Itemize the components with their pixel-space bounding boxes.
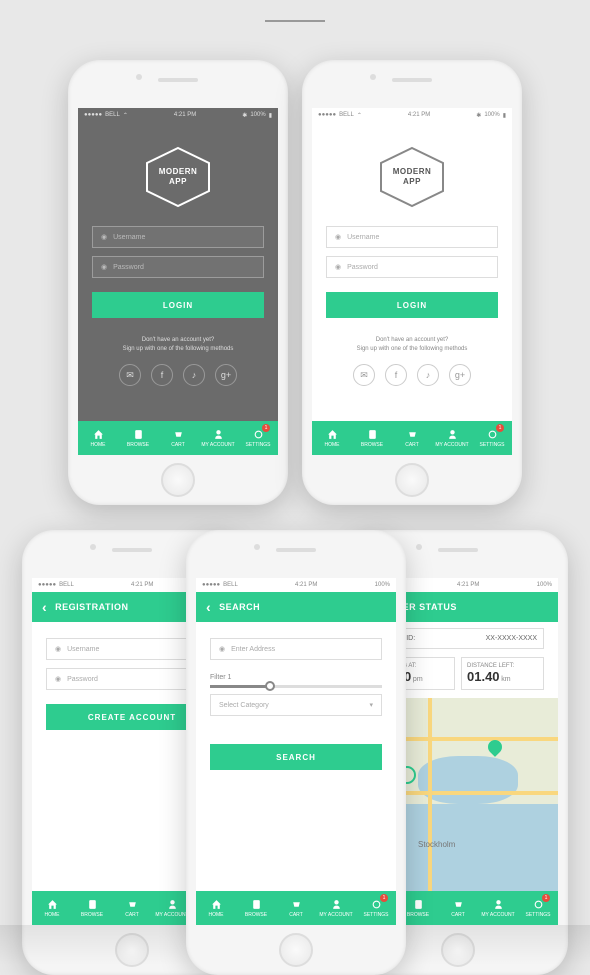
top-divider (265, 20, 325, 22)
page-title: REGISTRATION (55, 602, 128, 612)
user-icon: ◉ (55, 645, 61, 653)
search-button[interactable]: SEARCH (210, 744, 382, 770)
lock-icon: ◉ (335, 263, 341, 271)
tab-settings[interactable]: SETTINGS1 (238, 421, 278, 455)
tab-browse[interactable]: BROWSE (72, 891, 112, 925)
page-title: SEARCH (219, 602, 260, 612)
tab-settings[interactable]: SETTINGS1 (472, 421, 512, 455)
username-field[interactable]: ◉Username (326, 226, 498, 248)
password-field[interactable]: ◉Password (92, 256, 264, 278)
status-bar: ●●●●●BELL⌃ 4:21 PM ✱100%▮ (78, 108, 278, 122)
login-button[interactable]: LOGIN (326, 292, 498, 318)
wifi-icon: ⌃ (357, 112, 362, 119)
page-header: ‹ SEARCH (196, 592, 396, 622)
city-label: Stockholm (418, 840, 455, 849)
tab-bar: HOME BROWSE CART MY ACCOUNT SETTINGS1 (78, 421, 278, 455)
password-field[interactable]: ◉Password (326, 256, 498, 278)
user-icon: ◉ (335, 233, 341, 241)
settings-badge: 1 (496, 424, 504, 432)
back-icon[interactable]: ‹ (206, 599, 211, 615)
signup-prompt: Don't have an account yet?Sign up with o… (123, 336, 234, 354)
tab-cart[interactable]: CART (112, 891, 152, 925)
twitter-icon[interactable]: ♪ (417, 364, 439, 386)
home-button[interactable] (395, 463, 429, 497)
tab-settings[interactable]: SETTINGS1 (356, 891, 396, 925)
lock-icon: ◉ (55, 675, 61, 683)
settings-badge: 1 (542, 894, 550, 902)
app-logo: MODERNAPP (377, 146, 447, 208)
tab-home[interactable]: HOME (32, 891, 72, 925)
tab-cart[interactable]: CART (276, 891, 316, 925)
status-bar: ●●●●●BELL⌃ 4:21 PM ✱100%▮ (312, 108, 512, 122)
chevron-down-icon: ▾ (369, 701, 373, 709)
twitter-icon[interactable]: ♪ (183, 364, 205, 386)
tab-browse[interactable]: BROWSE (352, 421, 392, 455)
tab-browse[interactable]: BROWSE (118, 421, 158, 455)
tab-account[interactable]: MY ACCOUNT (478, 891, 518, 925)
tab-browse[interactable]: BROWSE (236, 891, 276, 925)
tab-account[interactable]: MY ACCOUNT (432, 421, 472, 455)
filter-slider[interactable]: Filter 1 (210, 674, 382, 688)
home-button[interactable] (161, 463, 195, 497)
tab-cart[interactable]: CART (438, 891, 478, 925)
googleplus-icon[interactable]: g+ (215, 364, 237, 386)
facebook-icon[interactable]: f (385, 364, 407, 386)
tab-account[interactable]: MY ACCOUNT (316, 891, 356, 925)
settings-badge: 1 (262, 424, 270, 432)
app-logo: MODERNAPP (143, 146, 213, 208)
login-button[interactable]: LOGIN (92, 292, 264, 318)
distance-box: DISTANCE LEFT: 01.40 km (461, 657, 544, 690)
phone-login-dark: ●●●●●BELL⌃ 4:21 PM ✱100%▮ MODERNAPP ◉Use… (68, 60, 288, 505)
wifi-icon: ⌃ (123, 112, 128, 119)
phone-login-light: ●●●●●BELL⌃ 4:21 PM ✱100%▮ MODERNAPP ◉Use… (302, 60, 522, 505)
order-id-value: XX-XXXX-XXXX (486, 635, 537, 642)
tab-bar: HOME BROWSE CART MY ACCOUNT SETTINGS1 (312, 421, 512, 455)
facebook-icon[interactable]: f (151, 364, 173, 386)
user-icon: ◉ (101, 233, 107, 241)
tab-home[interactable]: HOME (312, 421, 352, 455)
pin-icon: ◉ (219, 645, 225, 653)
googleplus-icon[interactable]: g+ (449, 364, 471, 386)
category-select[interactable]: Select Category▾ (210, 694, 382, 716)
tab-cart[interactable]: CART (158, 421, 198, 455)
tab-account[interactable]: MY ACCOUNT (198, 421, 238, 455)
tab-settings[interactable]: SETTINGS1 (518, 891, 558, 925)
address-field[interactable]: ◉Enter Address (210, 638, 382, 660)
status-bar: ●●●●●BELL 4:21 PM 100% (196, 578, 396, 592)
tab-home[interactable]: HOME (78, 421, 118, 455)
email-icon[interactable]: ✉ (353, 364, 375, 386)
tab-bar: HOME BROWSE CART MY ACCOUNT SETTINGS1 (196, 891, 396, 925)
email-icon[interactable]: ✉ (119, 364, 141, 386)
tab-home[interactable]: HOME (196, 891, 236, 925)
phone-search: ●●●●●BELL 4:21 PM 100% ‹ SEARCH ◉Enter A… (186, 530, 406, 975)
tab-cart[interactable]: CART (392, 421, 432, 455)
settings-badge: 1 (380, 894, 388, 902)
back-icon[interactable]: ‹ (42, 599, 47, 615)
signup-prompt: Don't have an account yet?Sign up with o… (357, 336, 468, 354)
home-button[interactable] (279, 933, 313, 967)
username-field[interactable]: ◉Username (92, 226, 264, 248)
lock-icon: ◉ (101, 263, 107, 271)
